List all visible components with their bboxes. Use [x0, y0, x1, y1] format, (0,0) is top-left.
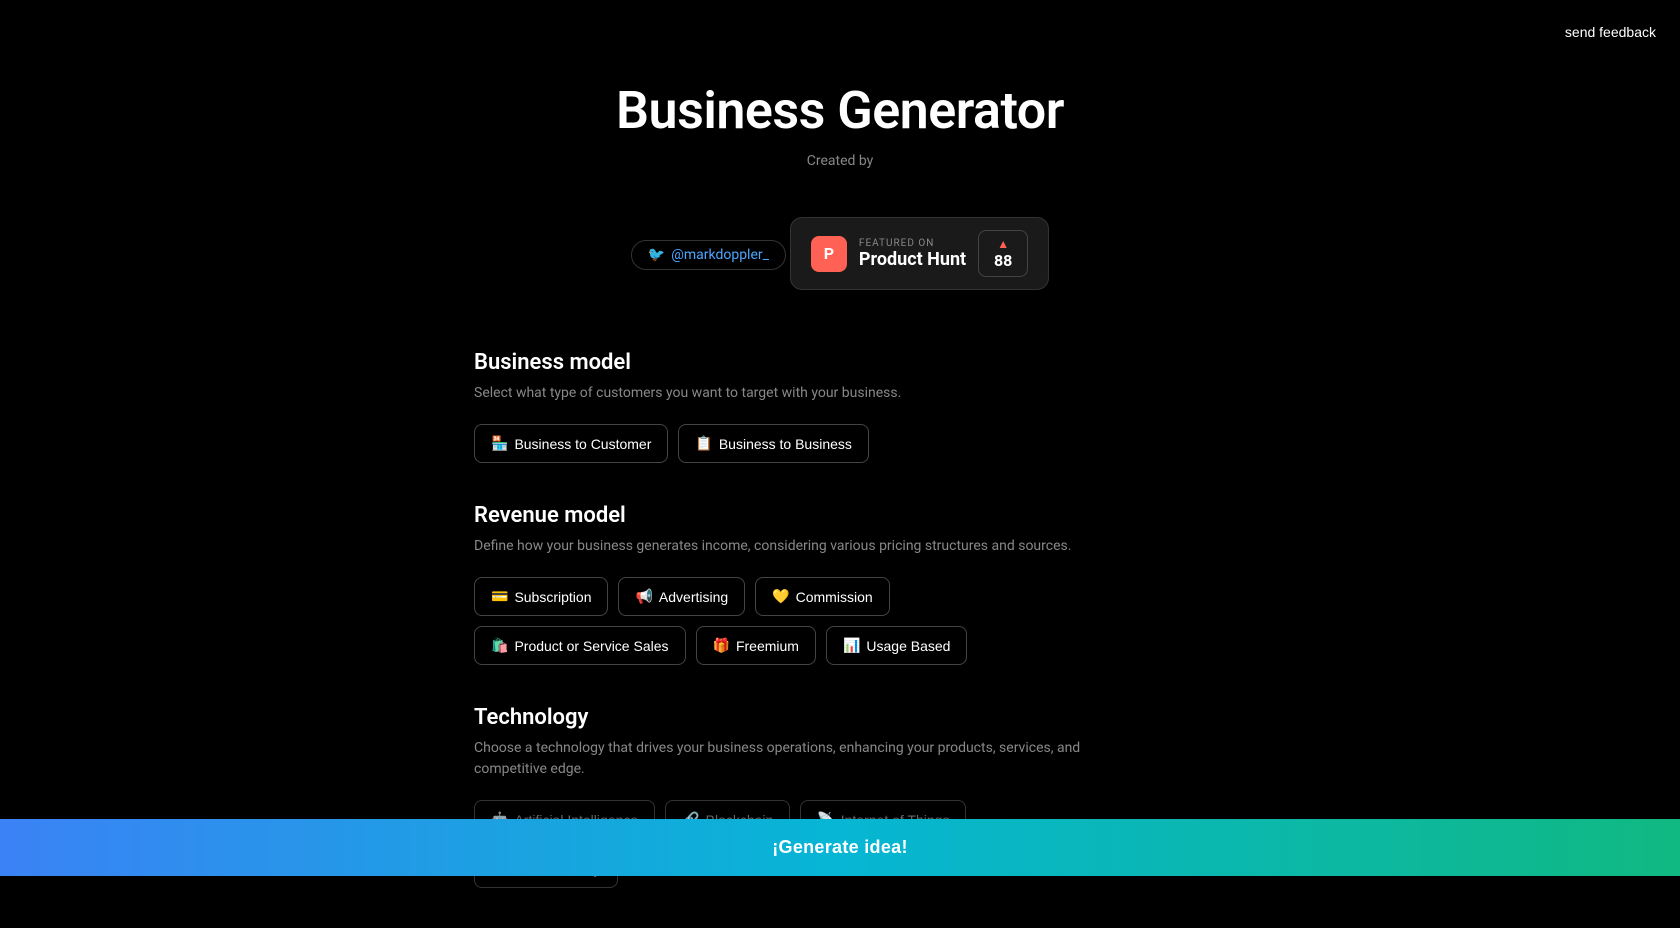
advertising-emoji: 📢	[635, 588, 652, 605]
b2c-label: Business to Customer	[514, 436, 651, 452]
b2b-button[interactable]: 📋 Business to Business	[678, 424, 869, 463]
usage-based-emoji: 📊	[843, 637, 860, 654]
usage-based-label: Usage Based	[866, 638, 950, 654]
ph-arrow-icon: ▲	[997, 237, 1009, 251]
commission-button[interactable]: 💛 Commission	[755, 577, 889, 616]
b2c-emoji: 🏪	[491, 435, 508, 452]
freemium-button[interactable]: 🎁 Freemium	[696, 626, 816, 665]
commission-emoji: 💛	[772, 588, 789, 605]
technology-desc: Choose a technology that drives your bus…	[474, 738, 1106, 780]
product-hunt-badge[interactable]: P FEATURED ON Product Hunt ▲ 88	[790, 217, 1049, 290]
ph-votes-box: ▲ 88	[978, 230, 1028, 277]
product-service-button[interactable]: 🛍️ Product or Service Sales	[474, 626, 686, 665]
b2b-label: Business to Business	[719, 436, 852, 452]
twitter-link[interactable]: 🐦 @markdoppler_	[631, 240, 786, 270]
commission-label: Commission	[796, 589, 873, 605]
product-service-label: Product or Service Sales	[514, 638, 668, 654]
created-by-label: Created by	[0, 153, 1680, 169]
revenue-model-desc: Define how your business generates incom…	[474, 536, 1106, 557]
b2b-emoji: 📋	[695, 435, 712, 452]
generate-button[interactable]: ¡Generate idea!	[0, 819, 1680, 876]
advertising-button[interactable]: 📢 Advertising	[618, 577, 745, 616]
revenue-model-options: 💳 Subscription 📢 Advertising 💛 Commissio…	[474, 577, 1106, 665]
main-content: Business model Select what type of custo…	[450, 350, 1130, 888]
send-feedback-button[interactable]: send feedback	[1565, 24, 1656, 40]
business-model-title: Business model	[474, 350, 1106, 375]
business-model-desc: Select what type of customers you want t…	[474, 383, 1106, 404]
subscription-label: Subscription	[514, 589, 591, 605]
ph-featured-label: FEATURED ON	[859, 238, 966, 249]
ph-vote-count: 88	[994, 251, 1012, 270]
b2c-button[interactable]: 🏪 Business to Customer	[474, 424, 668, 463]
twitter-icon: 🐦	[648, 247, 665, 263]
revenue-model-section: Revenue model Define how your business g…	[474, 503, 1106, 665]
ph-text-block: FEATURED ON Product Hunt	[859, 238, 966, 270]
advertising-label: Advertising	[659, 589, 728, 605]
product-service-emoji: 🛍️	[491, 637, 508, 654]
subscription-button[interactable]: 💳 Subscription	[474, 577, 608, 616]
page-header: Business Generator Created by 🐦 @markdop…	[0, 0, 1680, 290]
subscription-emoji: 💳	[491, 588, 508, 605]
business-model-options: 🏪 Business to Customer 📋 Business to Bus…	[474, 424, 1106, 463]
freemium-label: Freemium	[736, 638, 799, 654]
business-model-section: Business model Select what type of custo…	[474, 350, 1106, 463]
technology-title: Technology	[474, 705, 1106, 730]
revenue-model-title: Revenue model	[474, 503, 1106, 528]
ph-name: Product Hunt	[859, 249, 966, 270]
freemium-emoji: 🎁	[713, 637, 730, 654]
ph-logo: P	[811, 236, 847, 272]
usage-based-button[interactable]: 📊 Usage Based	[826, 626, 968, 665]
twitter-handle: @markdoppler_	[671, 247, 769, 263]
page-title: Business Generator	[0, 80, 1680, 141]
